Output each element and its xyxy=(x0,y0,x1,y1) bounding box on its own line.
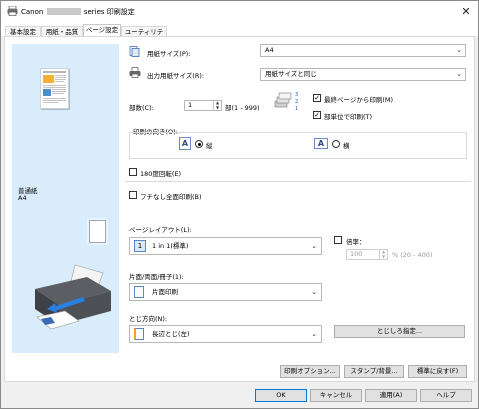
svg-text:3: 3 xyxy=(295,92,298,98)
window-title: Canon series 印刷設定 xyxy=(21,7,135,17)
page-preview-thumbnail xyxy=(40,68,69,109)
copies-label: 部数(C): xyxy=(129,104,154,112)
window-title-suffix: series 印刷設定 xyxy=(83,8,135,16)
page-layout-select[interactable]: 1 1 in 1(標準) ⌄ xyxy=(129,237,322,255)
copies-spinner[interactable]: 1 ▲ ▼ xyxy=(184,100,222,111)
stapling-side-label: とじ方向(N): xyxy=(129,315,168,323)
specify-margin-button[interactable]: とじしろ指定... xyxy=(334,325,465,338)
svg-text:2: 2 xyxy=(295,99,298,105)
redacted-model-name xyxy=(46,8,81,15)
chevron-down-icon: ⌄ xyxy=(311,242,317,250)
page-layout-value: 1 in 1(標準) xyxy=(152,242,189,250)
close-button[interactable]: ✕ xyxy=(458,4,474,20)
chevron-down-icon: ⌄ xyxy=(456,70,462,78)
portrait-orientation-icon: A xyxy=(179,137,191,150)
duplex-label: 片面/両面/冊子(1): xyxy=(129,273,184,281)
paper-orientation-icon xyxy=(89,220,106,243)
collate-illustration-icon: 3 2 1 xyxy=(274,92,298,112)
scaling-spinner[interactable]: 100 ▲ ▼ xyxy=(346,249,388,260)
portrait-label: 縦 xyxy=(206,142,213,150)
page-size-icon xyxy=(129,46,140,57)
copies-value: 1 xyxy=(188,101,193,109)
scaling-spin-arrows[interactable]: ▲ ▼ xyxy=(379,249,387,259)
media-size-label: A4 xyxy=(18,194,27,202)
borderless-checkbox[interactable] xyxy=(129,191,137,199)
stamp-background-button[interactable]: スタンプ/背景... xyxy=(344,365,404,378)
single-sided-icon xyxy=(134,286,144,298)
chevron-down-icon: ⌄ xyxy=(311,288,317,296)
chevron-down-icon: ⌄ xyxy=(311,330,317,338)
duplex-select[interactable]: 片面印刷 ⌄ xyxy=(129,283,322,301)
landscape-label: 横 xyxy=(343,142,350,150)
page-size-select[interactable]: A4 ⌄ xyxy=(260,44,466,57)
check-icon: ✓ xyxy=(314,111,320,119)
apply-button[interactable]: 適用(A) xyxy=(365,389,417,402)
printer-paper-size-label: 出力用紙サイズ(R): xyxy=(147,72,205,80)
cancel-button[interactable]: キャンセル xyxy=(310,389,362,402)
scaling-label: 倍率： xyxy=(346,238,366,246)
printer-paper-size-icon xyxy=(129,67,141,78)
stapling-side-value: 長辺とじ(左) xyxy=(152,330,190,338)
check-icon: ✓ xyxy=(314,94,320,102)
defaults-button[interactable]: 標準に戻す(F) xyxy=(408,365,467,378)
landscape-radio[interactable] xyxy=(332,140,340,148)
print-settings-window: Canon series 印刷設定 ✕ 基本設定 用紙・品質 ページ設定 ユーテ… xyxy=(0,0,479,409)
scaling-checkbox[interactable] xyxy=(334,236,342,244)
page-layout-label: ページレイアウト(L): xyxy=(129,226,192,234)
portrait-radio[interactable] xyxy=(195,140,203,148)
stapling-side-select[interactable]: 長辺とじ(左) ⌄ xyxy=(129,325,322,343)
print-options-button[interactable]: 印刷オプション... xyxy=(280,365,340,378)
print-from-last-checkbox[interactable]: ✓ xyxy=(313,94,321,102)
spin-down-icon[interactable]: ▼ xyxy=(382,254,385,259)
rotate-180-checkbox[interactable] xyxy=(129,168,137,176)
duplex-value: 片面印刷 xyxy=(152,288,178,296)
svg-text:1: 1 xyxy=(295,106,298,112)
borderless-label: フチなし全面印刷(B) xyxy=(140,193,202,201)
ok-button[interactable]: OK xyxy=(255,389,307,402)
spin-down-icon[interactable]: ▼ xyxy=(216,105,219,110)
copies-range: 部(1 - 999) xyxy=(225,104,260,112)
copies-spin-arrows[interactable]: ▲ ▼ xyxy=(213,100,221,110)
print-from-last-label: 最終ページから印刷(M) xyxy=(324,96,394,104)
rotate-180-label: 180度回転(E) xyxy=(140,170,182,178)
page-preview-image xyxy=(43,71,66,103)
page-size-value: A4 xyxy=(265,46,274,54)
title-bar: Canon series 印刷設定 ✕ xyxy=(1,1,478,22)
help-button[interactable]: ヘルプ xyxy=(420,389,472,402)
printer-paper-size-value: 用紙サイズと同じ xyxy=(265,70,317,78)
printer-paper-size-select[interactable]: 用紙サイズと同じ ⌄ xyxy=(260,68,466,81)
scaling-range: % (20 - 400) xyxy=(392,251,433,259)
section-divider xyxy=(125,181,471,182)
long-side-left-binding-icon xyxy=(134,328,144,340)
scaling-value: 100 xyxy=(350,250,363,258)
collate-checkbox[interactable]: ✓ xyxy=(313,111,321,119)
chevron-down-icon: ⌄ xyxy=(456,46,462,54)
window-title-prefix: Canon xyxy=(21,8,44,16)
landscape-orientation-icon: A xyxy=(314,138,328,149)
printer-illustration xyxy=(35,264,111,330)
page-size-label: 用紙サイズ(P): xyxy=(147,50,191,58)
layout-one-page-icon: 1 xyxy=(134,240,146,252)
printer-app-icon xyxy=(7,6,18,16)
collate-label: 部単位で印刷(T) xyxy=(324,113,373,121)
